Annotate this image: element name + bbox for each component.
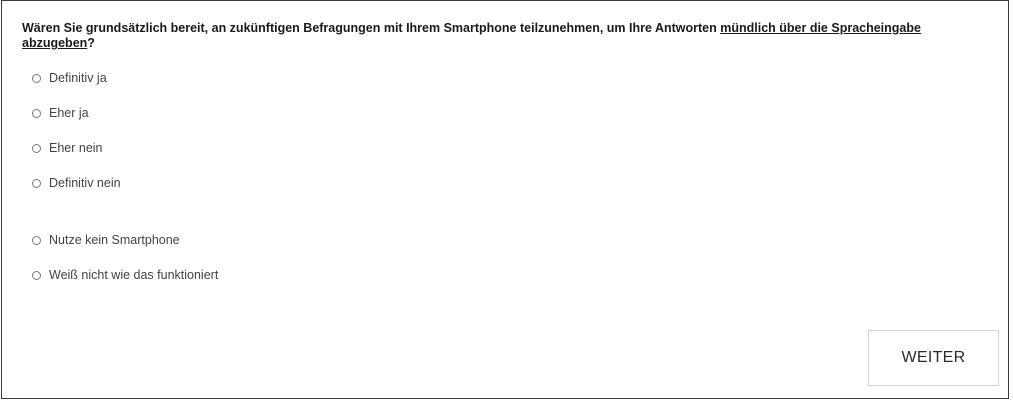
option-label: Definitiv ja [49, 71, 107, 85]
option-label: Eher ja [49, 106, 89, 120]
option-label: Eher nein [49, 141, 103, 155]
radio-button-icon[interactable] [32, 73, 41, 83]
radio-button-icon[interactable] [32, 270, 41, 280]
question-text: Wären Sie grundsätzlich bereit, an zukün… [22, 21, 982, 51]
option-label: Definitiv nein [49, 176, 121, 190]
radio-button-icon[interactable] [32, 108, 41, 118]
radio-button-icon[interactable] [32, 178, 41, 188]
question-text-part2: ? [87, 36, 95, 50]
survey-panel: Wären Sie grundsätzlich bereit, an zukün… [1, 0, 1009, 399]
option-label: Nutze kein Smartphone [49, 233, 180, 247]
option-eher-nein[interactable]: Eher nein [32, 141, 103, 155]
radio-button-icon[interactable] [32, 143, 41, 153]
radio-button-icon[interactable] [32, 235, 41, 245]
option-nutze-kein-smartphone[interactable]: Nutze kein Smartphone [32, 233, 180, 247]
question-text-part1: Wären Sie grundsätzlich bereit, an zukün… [22, 21, 721, 35]
option-definitiv-nein[interactable]: Definitiv nein [32, 176, 121, 190]
weiter-button[interactable]: WEITER [868, 330, 999, 386]
option-eher-ja[interactable]: Eher ja [32, 106, 89, 120]
option-label: Weiß nicht wie das funktioniert [49, 268, 219, 282]
option-definitiv-ja[interactable]: Definitiv ja [32, 71, 107, 85]
option-weiss-nicht[interactable]: Weiß nicht wie das funktioniert [32, 268, 218, 282]
